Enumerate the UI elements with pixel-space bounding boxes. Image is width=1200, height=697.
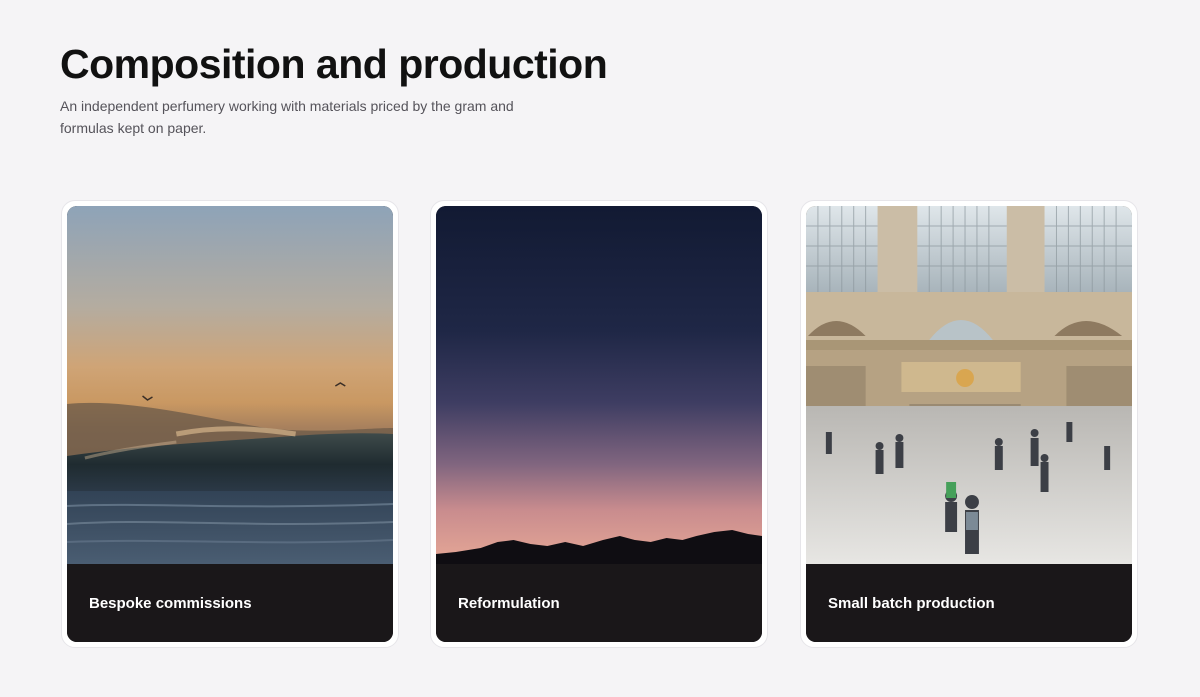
- card-body: Reformulation: [436, 206, 762, 642]
- card-label: Reformulation: [458, 595, 560, 612]
- card-body: Bespoke commissions: [67, 206, 393, 642]
- page-subtitle: An independent perfumery working with ma…: [60, 98, 514, 136]
- ocean-wave-image: [67, 206, 393, 564]
- card-label: Small batch production: [828, 595, 995, 612]
- card-bespoke-commissions[interactable]: Bespoke commissions: [61, 200, 399, 648]
- mountain-silhouette-image: [436, 206, 762, 564]
- card-reformulation[interactable]: Reformulation: [430, 200, 768, 648]
- page: Composition and production An independen…: [0, 0, 1200, 697]
- card-label: Bespoke commissions: [89, 595, 252, 612]
- card-small-batch-production[interactable]: Small batch production: [800, 200, 1138, 648]
- card-footer: Bespoke commissions: [67, 564, 393, 642]
- page-title: Composition and production: [60, 41, 608, 87]
- card-footer: Reformulation: [436, 564, 762, 642]
- card-footer: Small batch production: [806, 564, 1132, 642]
- card-body: Small batch production: [806, 206, 1132, 642]
- train-station-image: [806, 206, 1132, 564]
